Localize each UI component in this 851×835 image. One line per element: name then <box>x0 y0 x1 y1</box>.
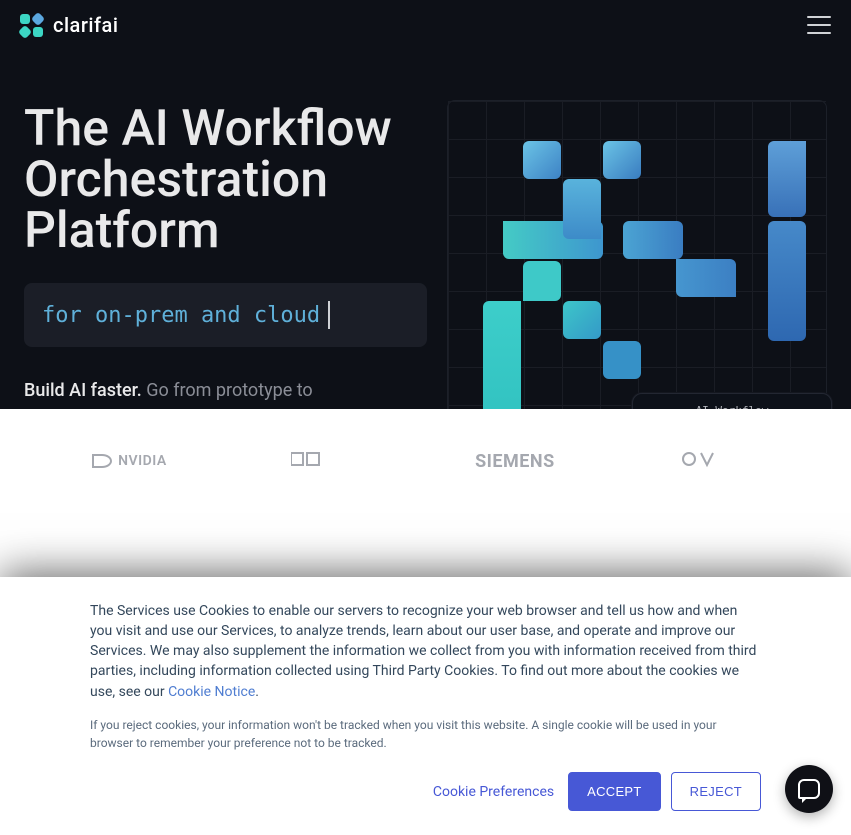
client-logo-nvidia: NVIDIA <box>92 453 167 469</box>
brand-logo[interactable]: clarifai <box>20 13 118 37</box>
client-logo-siemens: SIEMENS <box>475 451 555 472</box>
menu-toggle-button[interactable] <box>807 16 831 34</box>
nvidia-label: NVIDIA <box>118 453 167 469</box>
hero-subtext-strong: Build AI faster. <box>24 380 142 401</box>
cookie-main-text: The Services use Cookies to enable our s… <box>90 601 761 702</box>
hero-code-panel: for on-prem and cloud <box>24 283 427 347</box>
cookie-banner: The Services use Cookies to enable our s… <box>0 577 851 835</box>
logo-mark-icon <box>20 14 43 37</box>
hero-code-text: for on-prem and cloud <box>42 303 320 328</box>
chat-launcher-button[interactable] <box>785 765 833 813</box>
hero-title: The AI Workflow Orchestration Platform <box>24 104 427 257</box>
nvidia-eye-icon <box>92 454 112 468</box>
chat-bubble-icon <box>798 779 820 799</box>
cookie-notice-link[interactable]: Cookie Notice <box>168 684 255 700</box>
cookie-reject-button[interactable]: REJECT <box>671 772 761 811</box>
client-logos-row: NVIDIA SIEMENS <box>0 447 851 475</box>
cookie-preferences-link[interactable]: Cookie Preferences <box>433 784 554 800</box>
cookie-actions: Cookie Preferences ACCEPT REJECT <box>90 772 761 811</box>
typing-cursor-icon <box>328 301 330 329</box>
cookie-accept-button[interactable]: ACCEPT <box>568 772 661 811</box>
brand-name: clarifai <box>53 13 118 37</box>
client-logo-placeholder <box>679 447 759 475</box>
cookie-reject-note: If you reject cookies, your information … <box>90 716 730 752</box>
cookie-period: . <box>255 684 259 700</box>
site-header: clarifai <box>0 0 851 50</box>
client-logo-placeholder <box>291 447 351 475</box>
